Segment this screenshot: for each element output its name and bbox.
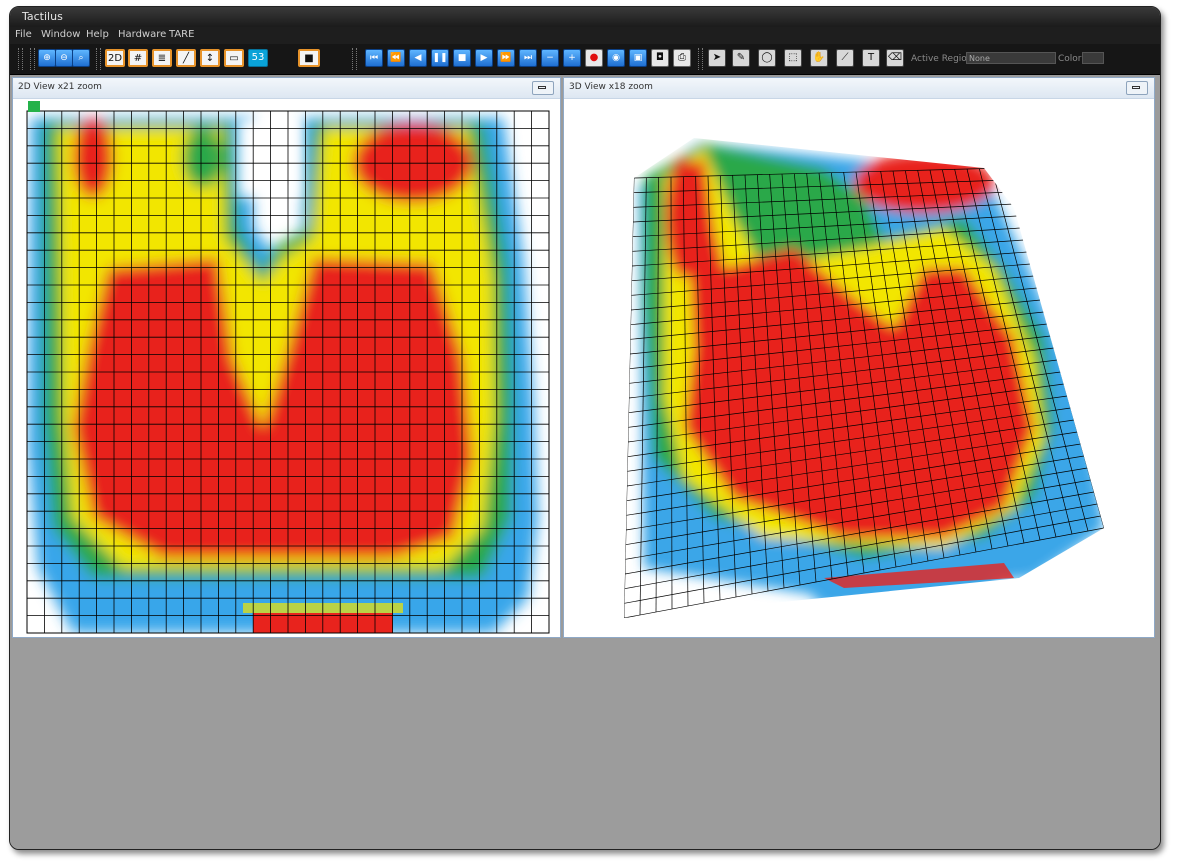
legend-icon[interactable]: ▭ [224,49,244,67]
color-marker [28,101,40,112]
video-camera-icon[interactable]: ■ [298,49,320,67]
toolbar-grip[interactable] [352,48,357,70]
color-label: Color: [1058,54,1085,64]
eraser-icon[interactable]: ⌫ [886,49,904,67]
panel-2d-view: 2D View x21 zoom [12,77,561,638]
panel-2d-title: 2D View x21 zoom [18,82,102,92]
zoom-out-icon[interactable]: ⊖ [55,49,73,67]
record-icon[interactable]: ● [585,49,603,67]
title-bar: Tactilus [10,7,1160,27]
panel-2d-header: 2D View x21 zoom [13,78,560,99]
camera-icon[interactable]: ◘ [651,49,669,67]
grid-icon[interactable]: # [128,49,148,67]
panel-3d-header: 3D View x18 zoom [564,78,1154,99]
minimize-button[interactable] [532,81,554,95]
active-region-input[interactable]: None [966,52,1056,64]
plus-icon[interactable]: + [563,49,581,67]
toolbar-grip[interactable] [30,48,35,70]
scale-icon[interactable]: ≣ [152,49,172,67]
menu-hardware[interactable]: Hardware [118,29,166,40]
pressure-map-3d[interactable] [564,98,1156,638]
pressure-map-2d[interactable] [13,98,562,638]
save-icon[interactable]: ▣ [629,49,647,67]
last-frame-icon[interactable]: ⏭ [519,49,537,67]
ellipse-select-icon[interactable]: ◯ [758,49,776,67]
curve-icon[interactable]: ╱ [176,49,196,67]
minimize-icon [1132,86,1140,89]
line-icon[interactable]: ⟋ [836,49,854,67]
eye-icon[interactable]: ◉ [607,49,625,67]
window-title: Tactilus [22,10,63,23]
workspace-background [10,639,1160,849]
zoom-in-icon[interactable]: ⊕ [38,49,56,67]
first-frame-icon[interactable]: ⏮ [365,49,383,67]
minimize-icon [538,86,546,89]
toolbar-grip[interactable] [18,48,23,70]
panel-3d-title: 3D View x18 zoom [569,82,653,92]
zoom-fit-icon[interactable]: ⌕ [72,49,90,67]
menu-help[interactable]: Help [86,29,109,40]
levels-icon[interactable]: ↕ [200,49,220,67]
hand-icon[interactable]: ✋ [810,49,828,67]
menu-bar: File Window Help Hardware TARE [10,27,1160,44]
toolbar: ⊕ ⊖ ⌕ 2D # ≣ ╱ ↕ ▭ 53 ■ ⏮ ⏪ ◀ ❚❚ ■ ▶ ⏩ ⏭… [10,44,1160,75]
minimize-button[interactable] [1126,81,1148,95]
stop-icon[interactable]: ■ [453,49,471,67]
play-icon[interactable]: ▶ [475,49,493,67]
rect-select-icon[interactable]: ⬚ [784,49,802,67]
menu-window[interactable]: Window [41,29,80,40]
minus-icon[interactable]: − [541,49,559,67]
step-back-icon[interactable]: ◀ [409,49,427,67]
frame-counter: 53 [248,49,268,67]
menu-file[interactable]: File [15,29,32,40]
2d-view-label: 2D [107,53,123,64]
menu-tare[interactable]: TARE [169,29,194,40]
pen-icon[interactable]: ✎ [732,49,750,67]
text-icon[interactable]: T [862,49,880,67]
toolbar-grip[interactable] [698,48,703,70]
app-window: Tactilus File Window Help Hardware TARE … [9,6,1161,850]
print-icon[interactable]: ⎙ [673,49,691,67]
toolbar-grip[interactable] [96,48,101,70]
pause-icon[interactable]: ❚❚ [431,49,449,67]
2d-view-button[interactable]: 2D [105,49,125,67]
pointer-icon[interactable]: ➤ [708,49,726,67]
color-swatch[interactable] [1082,52,1104,64]
fast-forward-icon[interactable]: ⏩ [497,49,515,67]
rewind-icon[interactable]: ⏪ [387,49,405,67]
panel-3d-view: 3D View x18 zoom [563,77,1155,638]
